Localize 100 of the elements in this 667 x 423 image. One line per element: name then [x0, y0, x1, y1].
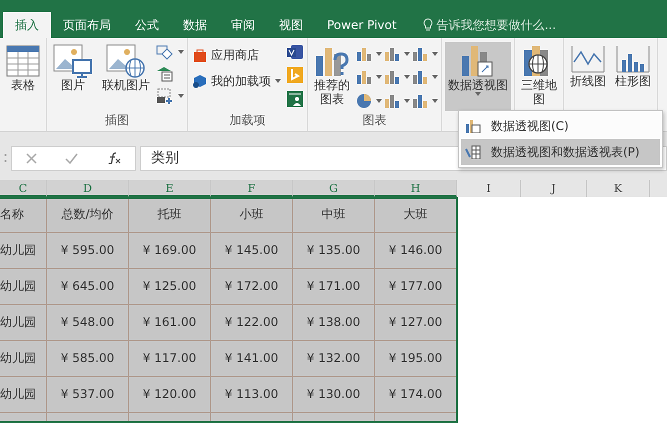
ribbon-button[interactable]: 图片 [50, 42, 96, 111]
table-cell: ¥ 595.00 [47, 233, 129, 269]
table-cell: ¥ 122.00 [211, 305, 293, 341]
ribbon-button[interactable]: 三维地图 [518, 42, 560, 111]
caret-icon [178, 94, 184, 98]
table-cell: ¥ 177.00 [375, 269, 457, 305]
bing-icon [286, 66, 304, 84]
table-cell: ¥ 585.00 [47, 341, 129, 377]
column-header[interactable]: G [293, 180, 375, 197]
caret-icon [376, 99, 382, 104]
ribbon-tab[interactable]: 视图 [267, 12, 315, 38]
table-cell: ¥ 120.00 [129, 377, 211, 413]
shapes-icon [156, 44, 174, 60]
shopping-bag-icon [193, 48, 207, 62]
small-ribbon-button[interactable] [156, 88, 184, 104]
column-chart-icon [616, 44, 650, 74]
ribbon-button[interactable]: 表格 [3, 42, 43, 111]
column-header[interactable]: D [47, 180, 129, 197]
table-cell: ¥ 130.00 [293, 377, 375, 413]
caret-icon [432, 75, 438, 80]
table-icon [6, 44, 40, 78]
table-cell: 小班 [211, 197, 293, 233]
pivot-table-icon [465, 145, 481, 159]
table-cell: ¥ 117.00 [129, 341, 211, 377]
smartart-icon [156, 66, 174, 82]
caret-icon [178, 50, 184, 54]
ribbon-button[interactable]: 应用商店 [191, 42, 283, 68]
caret-icon [475, 92, 481, 96]
table-cell: 名称 [0, 197, 47, 233]
waterfall-chart-icon [412, 46, 428, 62]
column-chart-icon [356, 46, 372, 62]
table-cell: 大班 [375, 197, 457, 233]
table-cell: ¥ 645.00 [47, 269, 129, 305]
column-header[interactable]: E [129, 180, 211, 197]
table-cell: ¥ 548.00 [47, 305, 129, 341]
pie-chart-icon [356, 93, 372, 110]
caret-icon [376, 75, 382, 80]
chart-type-button[interactable] [356, 91, 382, 111]
function-icon[interactable] [106, 152, 121, 164]
ribbon-button[interactable]: 联机图片 [99, 42, 153, 111]
table-cell: 幼儿园 [0, 377, 47, 413]
ribbon-button[interactable]: 折线图 [567, 42, 609, 111]
table-cell: ¥ 145.00 [211, 233, 293, 269]
ribbon-tab[interactable]: 页面布局 [51, 12, 123, 38]
column-header[interactable]: F [211, 180, 293, 197]
menu-item[interactable]: 数据透视图(C) [461, 113, 660, 139]
table-cell: ¥ 172.00 [211, 269, 293, 305]
ribbon-button[interactable]: 柱形图 [612, 42, 654, 111]
ribbon-tab[interactable]: 审阅 [219, 12, 267, 38]
ribbon-tab[interactable]: 插入 [3, 12, 51, 38]
caret-icon [404, 99, 410, 104]
tell-me-search[interactable]: 告诉我您想要做什么... [436, 16, 556, 34]
small-ribbon-button[interactable] [156, 44, 184, 60]
table-cell: ¥ 135.00 [293, 233, 375, 269]
table-cell: ¥ 141.00 [211, 341, 293, 377]
ribbon-button[interactable]: 推荐的图表 [311, 42, 353, 111]
caret-icon [404, 75, 410, 80]
people-graph-icon [286, 90, 304, 108]
picture-icon [53, 44, 93, 78]
table-cell: 总数/均价 [47, 197, 129, 233]
table-cell: ¥ 125.00 [129, 269, 211, 305]
visio-icon [286, 44, 304, 60]
table-cell: ¥ 169.00 [129, 233, 211, 269]
pivot-chart-icon [465, 119, 481, 133]
table-cell: 幼儿园 [0, 341, 47, 377]
table-cell: 幼儿园 [0, 233, 47, 269]
table-cell: ¥ 127.00 [375, 305, 457, 341]
screenshot-icon [156, 88, 174, 104]
drag-handle-icon[interactable] [4, 153, 7, 163]
ribbon-button[interactable]: 我的加载项 [191, 68, 283, 94]
caret-icon [275, 79, 281, 83]
ribbon-tab[interactable]: 数据 [171, 12, 219, 38]
table-cell: 托班 [129, 197, 211, 233]
ribbon-tab[interactable]: 公式 [123, 12, 171, 38]
table-cell: ¥ 146.00 [375, 233, 457, 269]
table-cell: ¥ 171.00 [293, 269, 375, 305]
table-cell: ¥ 161.00 [129, 305, 211, 341]
ribbon-tab[interactable]: Power Pivot [315, 12, 409, 38]
table-cell: ¥ 537.00 [47, 377, 129, 413]
table-cell: ¥ 174.00 [375, 377, 457, 413]
table-cell: ¥ 138.00 [293, 305, 375, 341]
table-cell: ¥ 113.00 [211, 377, 293, 413]
small-ribbon-button[interactable] [286, 90, 304, 108]
group-label: 插图 [104, 112, 130, 129]
caret-icon [376, 52, 382, 56]
menu-item[interactable]: 数据透视图和数据透视表(P) [461, 139, 660, 165]
column-header[interactable]: H [375, 180, 457, 197]
table-cell: ¥ 195.00 [375, 341, 457, 377]
small-ribbon-button[interactable] [286, 44, 304, 60]
table-cell: ¥ 132.00 [293, 341, 375, 377]
group-label: 加载项 [228, 112, 266, 129]
check-icon[interactable] [65, 152, 78, 164]
column-header[interactable]: C [0, 180, 47, 197]
caret-icon [432, 52, 438, 56]
cancel-icon[interactable] [26, 152, 38, 164]
ribbon-button[interactable]: 数据透视图 [445, 42, 511, 111]
lightbulb-icon [422, 18, 433, 32]
table-cell: 幼儿园 [0, 269, 47, 305]
group-label: 图表 [362, 112, 388, 129]
table-cell: 幼儿园 [0, 305, 47, 341]
